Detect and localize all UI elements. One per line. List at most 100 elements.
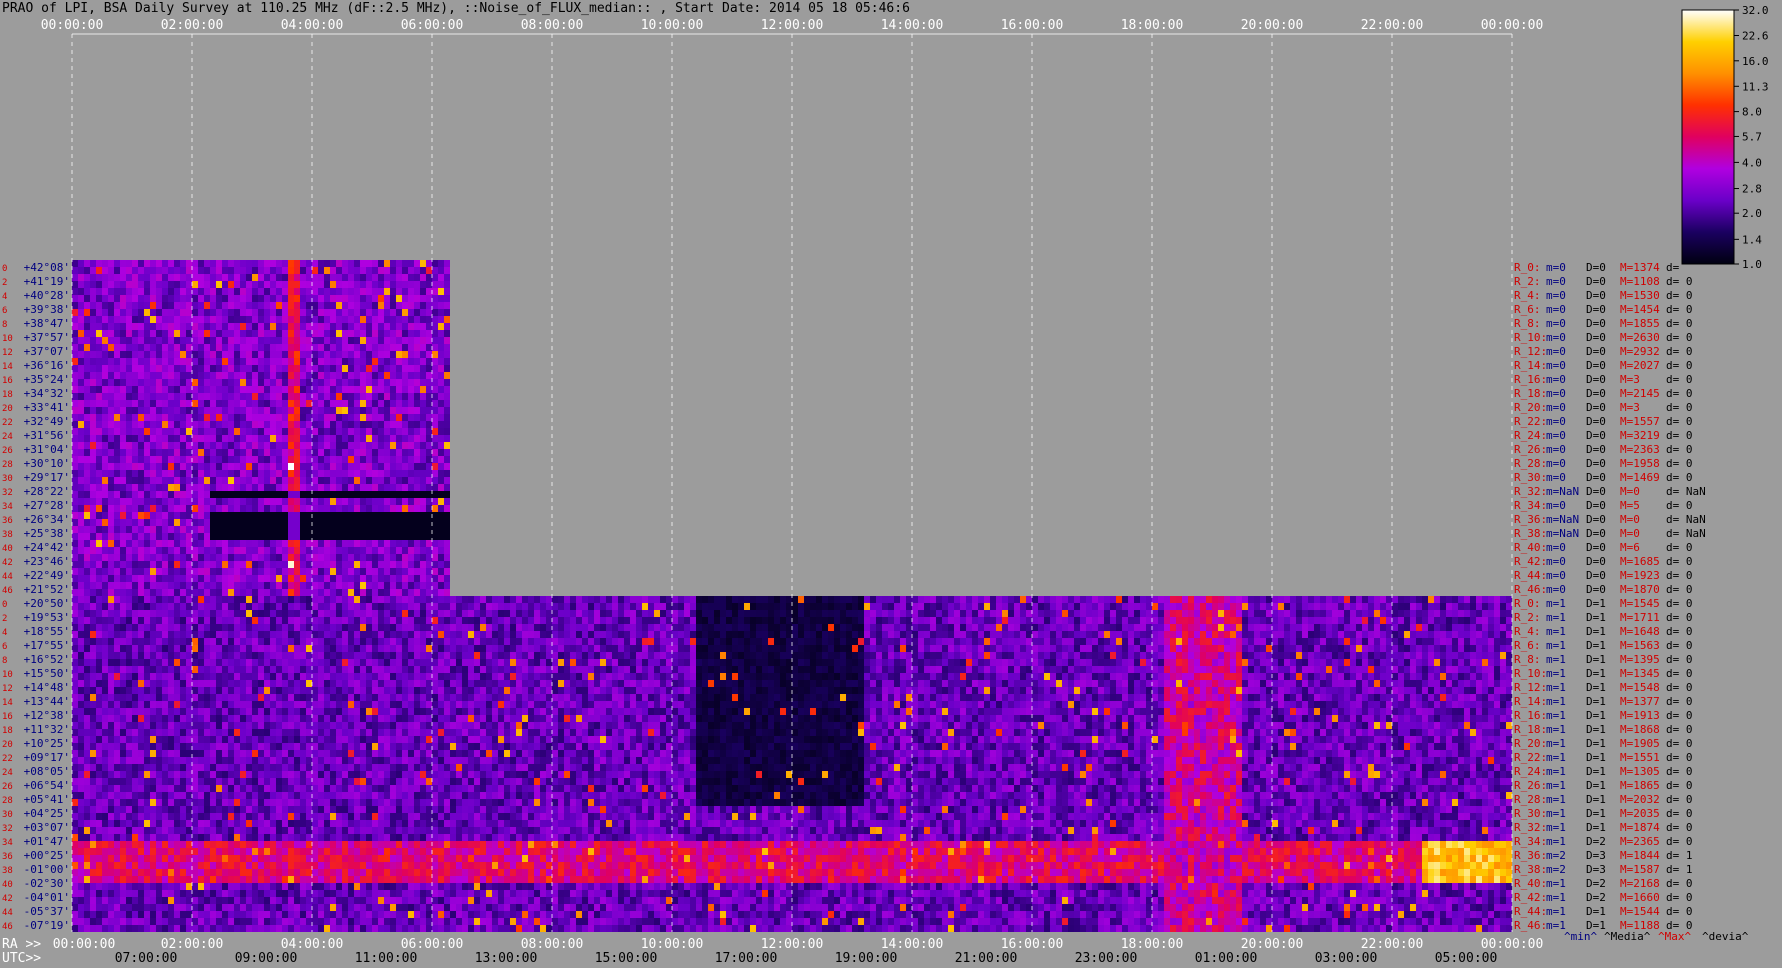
heatmap-cell (282, 554, 288, 561)
heatmap-cell (414, 379, 420, 386)
heatmap-cell (636, 645, 642, 652)
heatmap-cell (72, 456, 78, 463)
heatmap-cell (132, 575, 138, 582)
heatmap-cell (144, 505, 150, 512)
heatmap-cell (114, 645, 120, 652)
heatmap-cell (444, 365, 450, 372)
heatmap-cell (336, 526, 342, 533)
heatmap-cell (1416, 617, 1422, 624)
heatmap-cell (396, 435, 402, 442)
heatmap-cell (858, 645, 864, 652)
heatmap-cell (228, 617, 234, 624)
heatmap-cell (1278, 631, 1284, 638)
heatmap-cell (312, 631, 318, 638)
heatmap-cell (402, 288, 408, 295)
heatmap-cell (1410, 610, 1416, 617)
heatmap-cell (186, 477, 192, 484)
heatmap-cell (600, 610, 606, 617)
heatmap-cell (1044, 638, 1050, 645)
heatmap-cell (990, 638, 996, 645)
heatmap-cell (228, 519, 234, 526)
heatmap-cell (366, 302, 372, 309)
heatmap-cell (390, 582, 396, 589)
heatmap-cell (336, 260, 342, 267)
heatmap-cell (78, 477, 84, 484)
heatmap-cell (444, 316, 450, 323)
heatmap-cell (954, 638, 960, 645)
heatmap-cell (720, 645, 726, 652)
heatmap-cell (1242, 645, 1248, 652)
heatmap-cell (156, 421, 162, 428)
heatmap-cell (1062, 596, 1068, 603)
heatmap-cell (924, 617, 930, 624)
heatmap-cell (84, 288, 90, 295)
heatmap-cell (72, 554, 78, 561)
heatmap-cell (210, 302, 216, 309)
heatmap-cell (234, 414, 240, 421)
heatmap-cell (96, 624, 102, 631)
heatmap-cell (438, 274, 444, 281)
heatmap-cell (210, 267, 216, 274)
heatmap-cell (312, 330, 318, 337)
heatmap-cell (426, 631, 432, 638)
heatmap-cell (162, 470, 168, 477)
heatmap-cell (138, 309, 144, 316)
heatmap-cell (102, 582, 108, 589)
heatmap-cell (234, 631, 240, 638)
heatmap-cell (390, 337, 396, 344)
heatmap-cell (222, 498, 228, 505)
heatmap-cell (162, 638, 168, 645)
heatmap-cell (1506, 596, 1512, 603)
heatmap-cell (306, 624, 312, 631)
heatmap-cell (1056, 603, 1062, 610)
heatmap-cell (186, 372, 192, 379)
heatmap-cell (234, 428, 240, 435)
heatmap-cell (216, 323, 222, 330)
heatmap-cell (1098, 603, 1104, 610)
heatmap-cell (1074, 617, 1080, 624)
heatmap-cell (162, 582, 168, 589)
heatmap-cell (252, 582, 258, 589)
heatmap-cell (1086, 596, 1092, 603)
heatmap-cell (1494, 645, 1500, 652)
heatmap-cell (258, 428, 264, 435)
heatmap-cell (396, 638, 402, 645)
heatmap-cell (180, 645, 186, 652)
heatmap-cell (906, 617, 912, 624)
heatmap-cell (444, 400, 450, 407)
heatmap-cell (366, 456, 372, 463)
heatmap-cell (156, 442, 162, 449)
heatmap-cell (294, 449, 300, 456)
heatmap-cell (378, 267, 384, 274)
heatmap-cell (180, 456, 186, 463)
heatmap-cell (264, 463, 270, 470)
heatmap-cell (258, 631, 264, 638)
heatmap-cell (1482, 638, 1488, 645)
heatmap-cell (330, 617, 336, 624)
heatmap-cell (942, 638, 948, 645)
heatmap-cell (186, 456, 192, 463)
heatmap-cell (420, 610, 426, 617)
heatmap-cell (270, 386, 276, 393)
heatmap-cell (288, 547, 294, 554)
heatmap-cell (1164, 638, 1170, 645)
heatmap-cell (156, 295, 162, 302)
heatmap-cell (180, 491, 186, 498)
heatmap-cell (672, 624, 678, 631)
heatmap-cell (336, 281, 342, 288)
heatmap-cell (216, 372, 222, 379)
heatmap-cell (150, 281, 156, 288)
heatmap-cell (384, 582, 390, 589)
heatmap-cell (408, 274, 414, 281)
heatmap-cell (318, 512, 324, 519)
heatmap-cell (1506, 638, 1512, 645)
heatmap-cell (390, 526, 396, 533)
heatmap-cell (96, 533, 102, 540)
heatmap-cell (138, 575, 144, 582)
heatmap-cell (192, 379, 198, 386)
heatmap-cell (240, 589, 246, 596)
heatmap-cell (132, 309, 138, 316)
heatmap-cell (162, 274, 168, 281)
heatmap-cell (210, 351, 216, 358)
heatmap-cell (1344, 624, 1350, 631)
